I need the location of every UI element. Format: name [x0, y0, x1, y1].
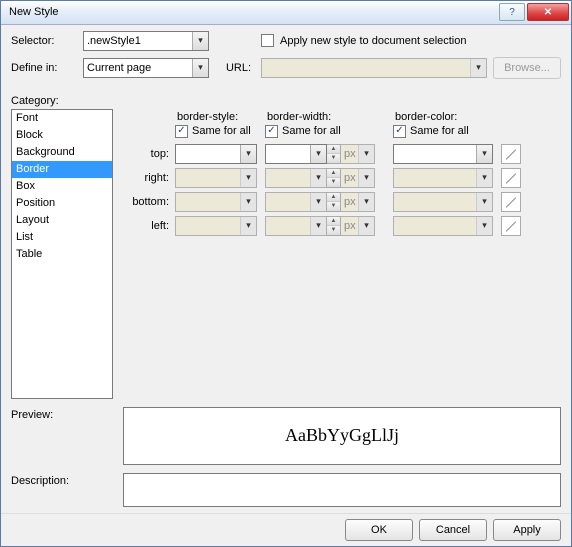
- selector-label: Selector:: [11, 35, 77, 47]
- category-item-box[interactable]: Box: [12, 178, 112, 195]
- category-item-block[interactable]: Block: [12, 127, 112, 144]
- style-top-combo[interactable]: [175, 144, 257, 164]
- url-combo: [261, 58, 487, 78]
- width-bottom-combo: [265, 192, 327, 212]
- color-bottom-combo: [393, 192, 493, 212]
- color-bottom-swatch: [501, 192, 521, 212]
- width-left-combo: [265, 216, 327, 236]
- width-top-combo[interactable]: [265, 144, 327, 164]
- category-item-layout[interactable]: Layout: [12, 212, 112, 229]
- chevron-down-icon[interactable]: [240, 145, 256, 163]
- apply-button[interactable]: Apply: [493, 519, 561, 541]
- style-bottom-combo: [175, 192, 257, 212]
- category-item-font[interactable]: Font: [12, 110, 112, 127]
- border-color-header: border-color:: [393, 111, 501, 123]
- chevron-down-icon[interactable]: [192, 32, 208, 50]
- category-item-border[interactable]: Border: [12, 161, 112, 178]
- preview-sample: AaBbYyGgLlJj: [285, 425, 399, 446]
- close-button[interactable]: ✕: [527, 3, 569, 21]
- selector-value: .newStyle1: [87, 35, 141, 47]
- dialog-buttons: OK Cancel Apply: [1, 513, 571, 547]
- width-right-combo: [265, 168, 327, 188]
- side-label-bottom: bottom:: [123, 196, 175, 208]
- chevron-down-icon: [358, 169, 374, 187]
- category-item-position[interactable]: Position: [12, 195, 112, 212]
- style-right-combo: [175, 168, 257, 188]
- category-label: Category:: [11, 95, 561, 107]
- description-box: [123, 473, 561, 507]
- new-style-dialog: New Style ? ✕ Selector: .newStyle1 Apply…: [0, 0, 572, 547]
- url-label: URL:: [215, 62, 255, 74]
- width-top-spinner[interactable]: ▲▼: [327, 144, 341, 164]
- width-left-unit: px: [341, 216, 375, 236]
- color-top-combo[interactable]: [393, 144, 493, 164]
- preview-label: Preview:: [11, 407, 113, 465]
- chevron-down-icon: [358, 193, 374, 211]
- width-same-label: Same for all: [282, 125, 341, 137]
- side-label-left: left:: [123, 220, 175, 232]
- chevron-down-icon: [476, 193, 492, 211]
- border-grid: top: ▲▼ px right: ▲▼ px: [123, 144, 561, 236]
- define-in-combo[interactable]: Current page: [83, 58, 209, 78]
- border-width-header: border-width:: [265, 111, 393, 123]
- ok-button[interactable]: OK: [345, 519, 413, 541]
- category-item-table[interactable]: Table: [12, 246, 112, 263]
- chevron-down-icon: [358, 145, 374, 163]
- define-in-label: Define in:: [11, 62, 77, 74]
- width-left-spinner: ▲▼: [327, 216, 341, 236]
- define-in-value: Current page: [87, 62, 151, 74]
- width-top-unit: px: [341, 144, 375, 164]
- apply-doc-label: Apply new style to document selection: [280, 35, 467, 47]
- chevron-down-icon: [358, 217, 374, 235]
- color-right-swatch: [501, 168, 521, 188]
- chevron-down-icon: [470, 59, 486, 77]
- style-left-combo: [175, 216, 257, 236]
- chevron-down-icon: [240, 169, 256, 187]
- width-bottom-unit: px: [341, 192, 375, 212]
- preview-box: AaBbYyGgLlJj: [123, 407, 561, 465]
- width-bottom-spinner: ▲▼: [327, 192, 341, 212]
- chevron-down-icon[interactable]: [476, 145, 492, 163]
- width-right-unit: px: [341, 168, 375, 188]
- window-title: New Style: [9, 6, 497, 18]
- body-area: Category: Font Block Background Border B…: [1, 95, 571, 513]
- color-same-label: Same for all: [410, 125, 469, 137]
- color-left-swatch: [501, 216, 521, 236]
- category-item-list[interactable]: List: [12, 229, 112, 246]
- category-item-background[interactable]: Background: [12, 144, 112, 161]
- side-label-top: top:: [123, 148, 175, 160]
- chevron-down-icon: [310, 193, 326, 211]
- color-left-combo: [393, 216, 493, 236]
- category-listbox[interactable]: Font Block Background Border Box Positio…: [11, 109, 113, 399]
- chevron-down-icon: [310, 169, 326, 187]
- chevron-down-icon: [476, 217, 492, 235]
- border-panel: border-style: Same for all border-width:…: [123, 109, 561, 399]
- color-top-swatch[interactable]: [501, 144, 521, 164]
- titlebar: New Style ? ✕: [1, 1, 571, 25]
- chevron-down-icon: [240, 193, 256, 211]
- chevron-down-icon[interactable]: [192, 59, 208, 77]
- border-style-header: border-style:: [175, 111, 265, 123]
- help-button[interactable]: ?: [499, 3, 525, 21]
- color-same-checkbox[interactable]: [393, 125, 406, 138]
- style-same-label: Same for all: [192, 125, 251, 137]
- chevron-down-icon[interactable]: [310, 145, 326, 163]
- width-right-spinner: ▲▼: [327, 168, 341, 188]
- chevron-down-icon: [240, 217, 256, 235]
- top-form: Selector: .newStyle1 Apply new style to …: [1, 25, 571, 95]
- chevron-down-icon: [476, 169, 492, 187]
- apply-doc-checkbox[interactable]: [261, 34, 274, 47]
- cancel-button[interactable]: Cancel: [419, 519, 487, 541]
- color-right-combo: [393, 168, 493, 188]
- description-label: Description:: [11, 473, 113, 507]
- chevron-down-icon: [310, 217, 326, 235]
- browse-button: Browse...: [493, 57, 561, 79]
- side-label-right: right:: [123, 172, 175, 184]
- selector-combo[interactable]: .newStyle1: [83, 31, 209, 51]
- width-same-checkbox[interactable]: [265, 125, 278, 138]
- style-same-checkbox[interactable]: [175, 125, 188, 138]
